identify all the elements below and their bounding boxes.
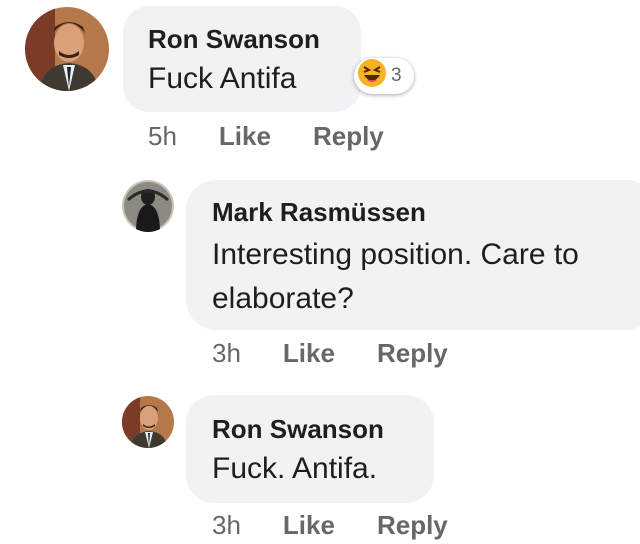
reaction-summary[interactable]: 3 [354, 58, 414, 94]
like-button[interactable]: Like [283, 338, 335, 369]
comment-actions: 5h Like Reply [148, 121, 384, 152]
haha-emoji-icon [357, 58, 387, 94]
comment-author[interactable]: Ron Swanson [148, 24, 320, 55]
reply-button[interactable]: Reply [377, 510, 448, 541]
avatar[interactable] [122, 180, 174, 232]
comment-bubble [123, 6, 361, 112]
comment-actions: 3h Like Reply [212, 338, 448, 369]
reaction-count: 3 [391, 65, 402, 86]
comment-bubble [186, 395, 434, 503]
like-button[interactable]: Like [283, 510, 335, 541]
comment-timestamp[interactable]: 5h [148, 121, 177, 152]
comment-text: Interesting position. Care to elaborate? [212, 238, 579, 315]
reply-button[interactable]: Reply [377, 338, 448, 369]
comment-text: Fuck. Antifa. [212, 452, 378, 485]
comment-text: Fuck Antifa [148, 62, 297, 95]
avatar[interactable] [122, 396, 174, 448]
comment-timestamp[interactable]: 3h [212, 338, 241, 369]
comment-author[interactable]: Mark Rasmüssen [212, 197, 426, 228]
comment-timestamp[interactable]: 3h [212, 510, 241, 541]
avatar[interactable] [25, 7, 109, 91]
reply-button[interactable]: Reply [313, 121, 384, 152]
like-button[interactable]: Like [219, 121, 271, 152]
comment-author[interactable]: Ron Swanson [212, 414, 384, 445]
comment-actions: 3h Like Reply [212, 510, 448, 541]
